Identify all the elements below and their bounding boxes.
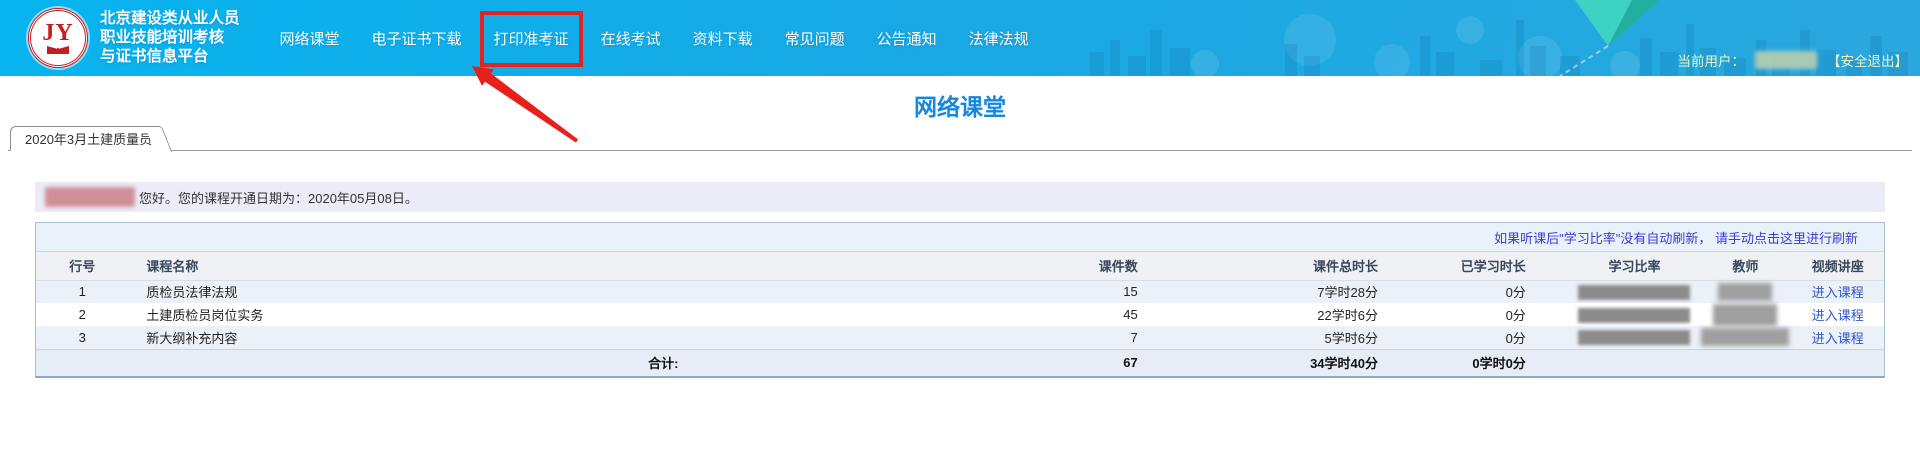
- censored-teacher-name: [1718, 283, 1772, 301]
- logo-seal-icon: JY: [28, 8, 88, 68]
- platform-title: 北京建设类从业人员 职业技能培训考核 与证书信息平台: [100, 8, 240, 68]
- user-area: 当前用户： 【安全退出】: [1678, 50, 1909, 70]
- nav-certificate-download[interactable]: 电子证书下载: [370, 24, 464, 53]
- col-header-studied-duration: 已学习时长: [1422, 252, 1570, 280]
- total-duration: 22学时6分: [1182, 303, 1422, 326]
- platform-title-line3: 与证书信息平台: [100, 49, 240, 65]
- censored-progress-bar: [1578, 330, 1690, 345]
- refresh-link[interactable]: 如果听课后"学习比率"没有自动刷新， 请手动点击这里进行刷新: [1494, 228, 1858, 247]
- totals-lesson-count: 67: [978, 349, 1181, 376]
- totals-studied-duration: 0学时0分: [1422, 349, 1570, 376]
- table-row: 1 质检员法律法规 15 7学时28分 0分 进入课程: [36, 280, 1884, 303]
- col-header-video-lecture: 视频讲座: [1792, 252, 1884, 280]
- table-row: 3 新大纲补充内容 7 5学时6分 0分 进入课程: [36, 326, 1884, 349]
- nav-faq[interactable]: 常见问题: [783, 24, 847, 53]
- nav-laws-regulations[interactable]: 法律法规: [967, 24, 1031, 53]
- lesson-count: 7: [978, 326, 1181, 349]
- welcome-notice: 您好。您的课程开通日期为：2020年05月08日。: [35, 182, 1885, 212]
- nav-announcements[interactable]: 公告通知: [875, 24, 939, 53]
- page-title: 网络课堂: [0, 88, 1920, 122]
- course-name: 质检员法律法规: [128, 280, 978, 303]
- course-name: 土建质检员岗位实务: [128, 303, 978, 326]
- enter-course-link[interactable]: 进入课程: [1812, 331, 1864, 346]
- main-nav: 网络课堂 电子证书下载 打印准考证 在线考试 资料下载 常见问题 公告通知 法律…: [278, 24, 1031, 53]
- col-header-teacher: 教师: [1699, 252, 1791, 280]
- platform-logo[interactable]: JY 北京建设类从业人员 职业技能培训考核 与证书信息平台: [28, 8, 240, 68]
- censored-teacher-name: [1713, 304, 1777, 326]
- studied-duration: 0分: [1422, 280, 1570, 303]
- col-header-study-rate: 学习比率: [1570, 252, 1699, 280]
- logo-monogram: JY: [42, 22, 73, 44]
- app-header: JY 北京建设类从业人员 职业技能培训考核 与证书信息平台 网络课堂 电子证书下…: [0, 0, 1920, 76]
- lesson-count: 15: [978, 280, 1181, 303]
- total-duration: 5学时6分: [1182, 326, 1422, 349]
- col-header-index: 行号: [36, 252, 128, 280]
- censored-progress-bar: [1578, 308, 1690, 323]
- col-header-total-duration: 课件总时长: [1182, 252, 1422, 280]
- studied-duration: 0分: [1422, 303, 1570, 326]
- book-icon: [47, 46, 69, 54]
- nav-online-classroom[interactable]: 网络课堂: [278, 24, 342, 53]
- platform-title-line2: 职业技能培训考核: [100, 30, 240, 46]
- totals-label: 合计:: [36, 349, 978, 376]
- row-index: 3: [36, 326, 128, 349]
- logout-link[interactable]: 【安全退出】: [1827, 50, 1908, 70]
- col-header-course-name: 课程名称: [128, 252, 978, 280]
- total-duration: 7学时28分: [1182, 280, 1422, 303]
- row-index: 2: [36, 303, 128, 326]
- tab-course-2020-03[interactable]: 2020年3月土建质量员: [10, 126, 158, 151]
- current-user-label: 当前用户：: [1678, 50, 1746, 70]
- studied-duration: 0分: [1422, 326, 1570, 349]
- course-table: 如果听课后"学习比率"没有自动刷新， 请手动点击这里进行刷新 行号 课程名称 课…: [35, 222, 1885, 378]
- refresh-notice-row: 如果听课后"学习比率"没有自动刷新， 请手动点击这里进行刷新: [36, 223, 1884, 252]
- welcome-notice-text: 您好。您的课程开通日期为：2020年05月08日。: [139, 188, 418, 207]
- tab-bar: 2020年3月土建质量员: [8, 127, 1912, 151]
- table-header-row: 行号 课程名称 课件数 课件总时长 已学习时长 学习比率 教师 视频讲座: [36, 252, 1884, 280]
- censored-student-name: [45, 187, 135, 207]
- nav-materials-download[interactable]: 资料下载: [691, 24, 755, 53]
- course-name: 新大纲补充内容: [128, 326, 978, 349]
- censored-teacher-name: [1701, 328, 1789, 346]
- lesson-count: 45: [978, 303, 1181, 326]
- totals-total-duration: 34学时40分: [1182, 349, 1422, 376]
- totals-row: 合计: 67 34学时40分 0学时0分: [36, 349, 1884, 376]
- censored-username: [1755, 51, 1817, 69]
- col-header-lesson-count: 课件数: [978, 252, 1181, 280]
- platform-title-line1: 北京建设类从业人员: [100, 11, 240, 27]
- table-row: 2 土建质检员岗位实务 45 22学时6分 0分 进入课程: [36, 303, 1884, 326]
- enter-course-link[interactable]: 进入课程: [1812, 285, 1864, 300]
- nav-print-admission-ticket[interactable]: 打印准考证: [492, 24, 571, 53]
- nav-online-exam[interactable]: 在线考试: [599, 24, 663, 53]
- enter-course-link[interactable]: 进入课程: [1812, 308, 1864, 323]
- censored-progress-bar: [1578, 285, 1690, 300]
- row-index: 1: [36, 280, 128, 303]
